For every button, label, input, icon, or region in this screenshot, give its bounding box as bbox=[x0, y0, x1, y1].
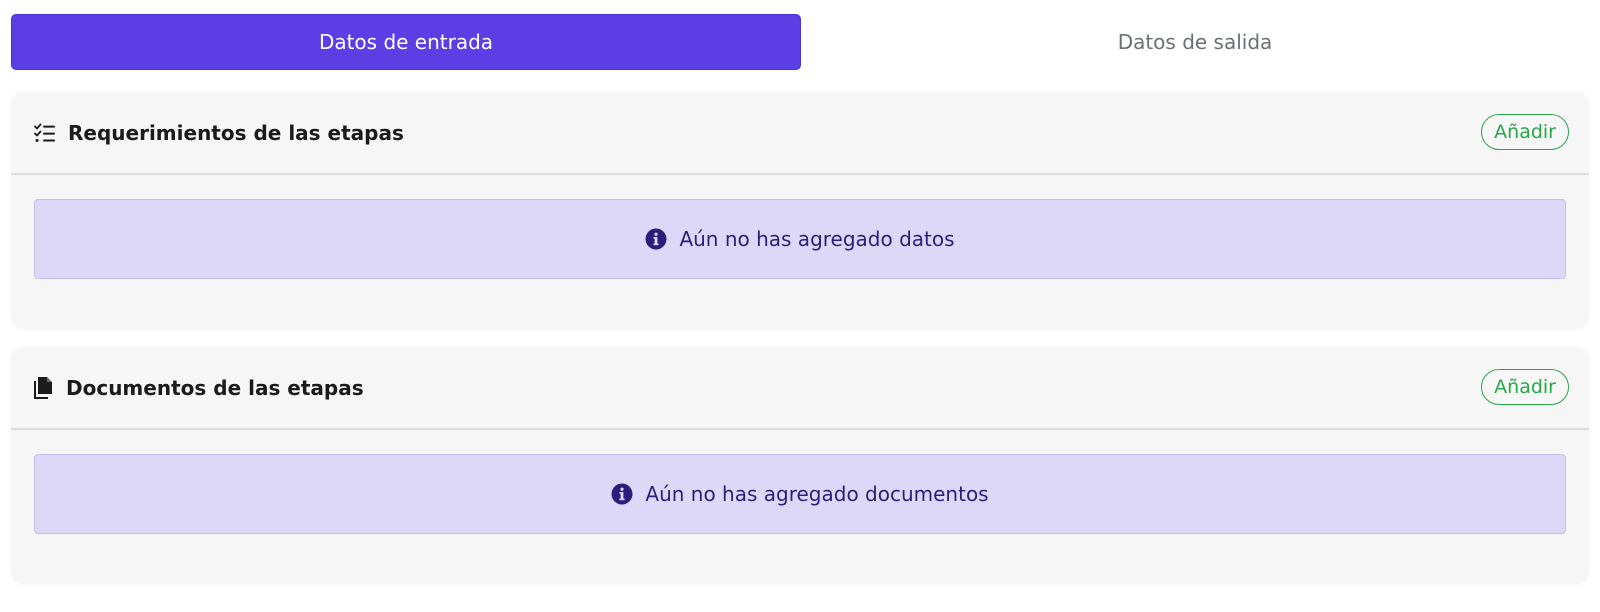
tab-datos-de-entrada[interactable]: Datos de entrada bbox=[11, 14, 801, 70]
empty-state-alert: Aún no has agregado documentos bbox=[34, 454, 1566, 534]
card-title: Requerimientos de las etapas bbox=[68, 120, 404, 145]
tabs: Datos de entrada Datos de salida bbox=[11, 14, 1589, 70]
card-title: Documentos de las etapas bbox=[66, 375, 364, 400]
card-header: Documentos de las etapas Añadir bbox=[11, 347, 1589, 430]
page: Datos de entrada Datos de salida Requeri… bbox=[0, 0, 1600, 612]
card-title-group: Documentos de las etapas bbox=[34, 376, 364, 400]
requerimientos-card: Requerimientos de las etapas Añadir Aún … bbox=[11, 92, 1589, 328]
card-title-group: Requerimientos de las etapas bbox=[34, 121, 404, 145]
add-button[interactable]: Añadir bbox=[1481, 114, 1569, 150]
tab-datos-de-salida[interactable]: Datos de salida bbox=[801, 14, 1589, 70]
documents-icon bbox=[34, 376, 54, 399]
card-header: Requerimientos de las etapas Añadir bbox=[11, 92, 1589, 175]
empty-state-alert: Aún no has agregado datos bbox=[34, 199, 1566, 279]
tab-label: Datos de salida bbox=[1117, 30, 1273, 54]
documentos-card: Documentos de las etapas Añadir Aún no h… bbox=[11, 347, 1589, 583]
empty-state-message: Aún no has agregado documentos bbox=[645, 482, 989, 506]
info-icon bbox=[611, 483, 633, 505]
add-button[interactable]: Añadir bbox=[1481, 369, 1569, 405]
info-icon bbox=[645, 228, 667, 250]
checklist-icon bbox=[34, 123, 56, 143]
tab-label: Datos de entrada bbox=[318, 30, 494, 54]
empty-state-message: Aún no has agregado datos bbox=[679, 227, 955, 251]
